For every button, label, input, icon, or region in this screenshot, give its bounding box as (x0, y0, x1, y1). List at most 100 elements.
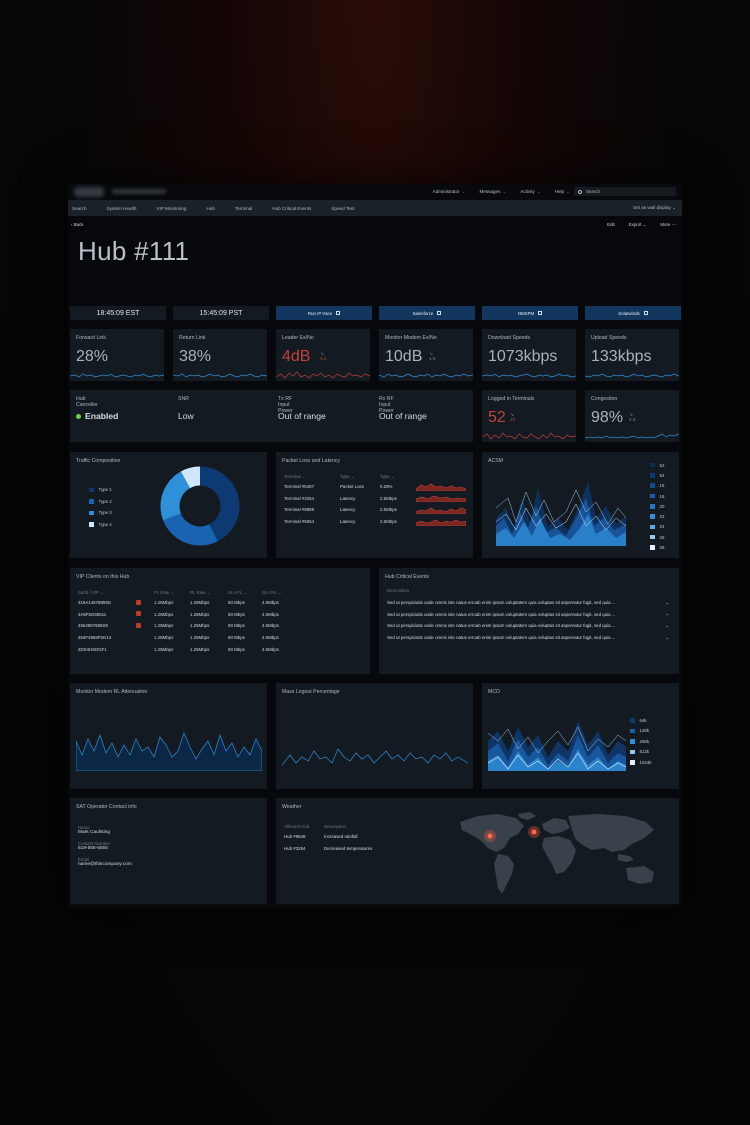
more-button[interactable]: More ⋯ (660, 222, 676, 228)
tab-search[interactable]: Search (72, 206, 87, 211)
table-cell: Terminal #3264 (284, 495, 315, 501)
packet-loss-panel: Packet Loss and Latency Terminal ⌄ Type … (276, 452, 473, 558)
table-row[interactable]: 353F4968F5G14 1.25Mbps 1.25Mbps 60 Mbps 4.5M… (78, 632, 296, 644)
logo[interactable] (74, 187, 104, 197)
chevron-down-icon: ⌄ (170, 589, 175, 595)
table-cell: 1.25Mbps (190, 623, 210, 629)
table-cell: Hub #9846 (284, 834, 306, 840)
legend-item: 256k (630, 736, 651, 747)
table-row[interactable]: Terminal #3264 Latency 2.5Mbps (284, 493, 468, 505)
weather-alert-dot (487, 833, 493, 839)
weather-panel: Weather Affected Hub Description Hub #98… (276, 798, 679, 904)
chevron-down-icon[interactable]: ⌄ (665, 611, 669, 617)
column-header[interactable]: FL Rate ⌄ (154, 588, 190, 597)
return-link-card[interactable]: Return Link 38% (173, 329, 267, 381)
chevron-down-icon: ⌄ (243, 589, 248, 595)
weather-table: Affected Hub Description Hub #9846 Increa… (284, 822, 394, 854)
legend-swatch (650, 524, 655, 530)
forward-link-card[interactable]: Forward Link 28% (70, 329, 164, 381)
list-item[interactable]: Sed ut perspiciatis unde omnis iste natu… (387, 597, 673, 609)
tab-speed-test[interactable]: Speed Test (331, 206, 354, 211)
tab-system-health[interactable]: System Health (107, 206, 137, 211)
logged-in-terminals-card[interactable]: Logged in Terminals 52 ↘ 10 (482, 390, 576, 442)
column-header[interactable]: Type ⌄ (340, 472, 380, 481)
chevron-down-icon: ⌄ (461, 189, 466, 194)
column-header[interactable]: Terminal ⌄ (284, 472, 340, 481)
export-button[interactable]: Export ⌄ (629, 222, 647, 228)
column-header[interactable]: SLA RL ⌄ (262, 588, 296, 597)
top-nav: Administrator ⌄ Messages ⌄ Activity ⌄ Help ⌄ (433, 184, 570, 200)
panel-title: MCD (488, 689, 500, 695)
leader-esno-card[interactable]: Leader Es/No 4dB ↘ 3.4 (276, 329, 370, 381)
external-link-icon (643, 311, 648, 315)
tab-hub-critical-events[interactable]: Hub Critical Events (272, 206, 311, 211)
panel-title: Weather (282, 804, 302, 810)
solarwinds-button[interactable]: Solarwinds (585, 306, 681, 320)
legend-item: 28 (650, 542, 664, 552)
alert-flag-icon (136, 599, 141, 605)
upload-speeds-card[interactable]: Upload Speeds 133kbps (585, 329, 679, 381)
table-cell: Latency (340, 495, 356, 501)
run-ip-trace-button[interactable]: Run IP trace (276, 306, 372, 320)
table-cell: Terminal #5554 (284, 519, 315, 525)
wall-display-toggle[interactable]: Set as wall display ⌄ (633, 205, 676, 211)
legend-swatch (650, 504, 655, 509)
monitor-modem-esno-card[interactable]: Monitor Modem Es/No 10dB ↘ 1.5 (379, 329, 473, 381)
table-header: SatId / VIP ⌄ FL Rate ⌄ RL Rate ⌄ SLA FL… (78, 588, 296, 597)
contact-phone[interactable]: 619-555-5555 (78, 846, 132, 851)
mass-logout-line-chart (282, 748, 468, 766)
table-cell: 353F4968F5G14 (78, 635, 112, 641)
search-input[interactable]: Search (574, 187, 676, 196)
dashboard-window: Administrator ⌄ Messages ⌄ Activity ⌄ Help ⌄… (68, 184, 682, 908)
tab-vip-monitoring[interactable]: VIP Monitoring (156, 206, 186, 211)
chevron-down-icon[interactable]: ⌄ (665, 623, 669, 629)
tab-terminal[interactable]: Terminal (235, 206, 252, 211)
tab-hub[interactable]: Hub (206, 206, 214, 211)
nav-help[interactable]: Help ⌄ (555, 189, 570, 195)
column-header[interactable]: SatId / VIP ⌄ (78, 588, 136, 597)
column-header[interactable]: Affected Hub (284, 822, 324, 831)
column-header[interactable]: SLA FL ⌄ (228, 588, 262, 597)
column-header[interactable]: Description (324, 822, 394, 831)
column-header[interactable]: RL Rate ⌄ (190, 588, 228, 597)
congestion-card[interactable]: Congestion 98% ↘ 2.3 (585, 390, 679, 442)
list-item[interactable]: Sed ut perspiciatis unde omnis iste natu… (387, 609, 673, 621)
legend-swatch (650, 483, 655, 488)
metric-label: Logged in Terminals (488, 396, 535, 402)
africa-shape (542, 836, 576, 874)
metric-label: Upload Speeds (591, 335, 627, 341)
world-map[interactable] (458, 808, 670, 898)
nmspm-button[interactable]: NMSPM (482, 306, 578, 320)
list-item[interactable]: Sed ut perspiciatis unde omnis iste natu… (387, 620, 673, 632)
salesforce-button[interactable]: Salesforce (379, 306, 475, 320)
table-cell: Latency (340, 519, 356, 525)
table-row[interactable]: Hub #9846 Increased rainfall (284, 831, 394, 843)
table-row[interactable]: 316A14678859G 1.25Mbps 1.25Mbps 60 Mbps 4.5M… (78, 597, 296, 609)
panel-title: Hub Critical Events (385, 574, 430, 580)
column-header[interactable]: Type ⌄ (380, 472, 416, 481)
nav-activity[interactable]: Activity ⌄ (520, 189, 540, 195)
status-value: Enabled (76, 411, 118, 421)
nav-administrator[interactable]: Administrator ⌄ (433, 189, 466, 195)
chevron-down-icon[interactable]: ⌄ (665, 600, 669, 606)
table-row[interactable]: Terminal #5554 Latency 2.5Mbps (284, 516, 468, 528)
legend-swatch (630, 760, 635, 765)
chevron-down-icon[interactable]: ⌄ (665, 635, 669, 641)
contact-email[interactable]: name@thiscompany.com (78, 862, 132, 867)
list-item[interactable]: Sed ut perspiciatis unde omnis iste natu… (387, 632, 673, 644)
edit-button[interactable]: Edit (607, 222, 615, 228)
table-row[interactable]: Terminal #6497 Packet Loss 0.28% (284, 481, 468, 493)
table-row[interactable]: 3A5F5G65611 1.25Mbps 1.25Mbps 60 Mbps 4.5Mbp… (78, 609, 296, 621)
search-icon (578, 189, 582, 194)
table-row[interactable]: Terminal #9899 Latency 2.5Mbps (284, 504, 468, 516)
table-cell: 1.25Mbps (154, 635, 174, 641)
nav-messages[interactable]: Messages ⌄ (479, 189, 506, 195)
status-value: Out of range (278, 411, 326, 421)
table-row[interactable]: 4564657685S9 1.25Mbps 1.25Mbps 60 Mbps 4.5Mb… (78, 620, 296, 632)
table-row[interactable]: Hub #3264 Decreased temperatures (284, 843, 394, 855)
table-row[interactable]: 2DS4HSDGF1 1.25Mbps 1.25Mbps 60 Mbps 4.5Mbps (78, 643, 296, 655)
download-speeds-card[interactable]: Download Speeds 1073kbps (482, 329, 576, 381)
sparkline-chart (482, 373, 576, 378)
back-button[interactable]: ‹ Back (71, 222, 83, 227)
chevron-down-icon: ⌄ (100, 589, 104, 595)
